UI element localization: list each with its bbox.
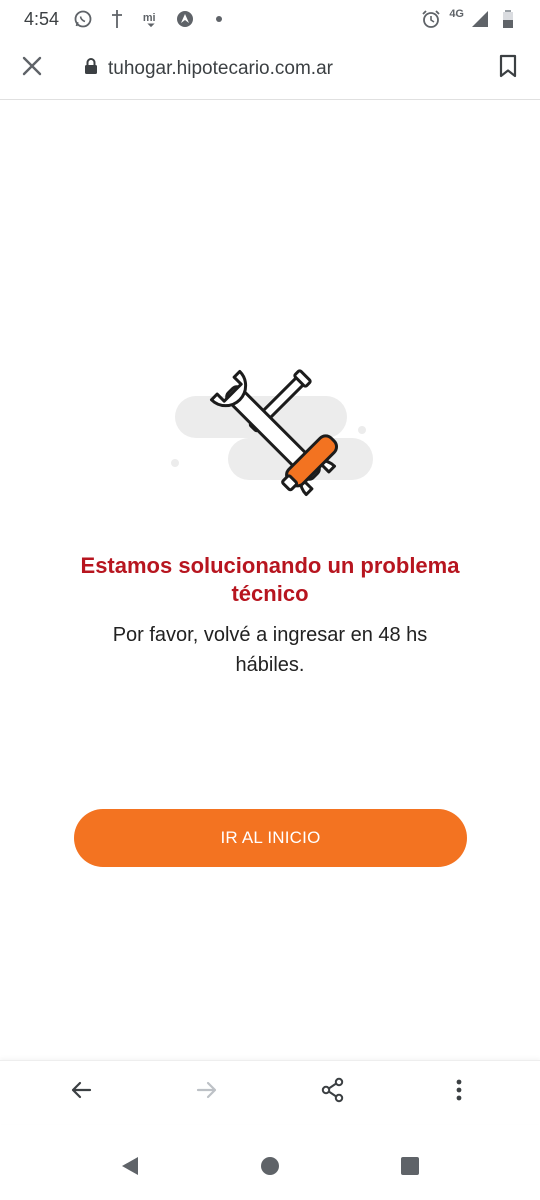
status-time: 4:54 (24, 8, 60, 29)
forward-arrow-icon (195, 1078, 219, 1107)
custom-tab-toolbar: tuhogar.hipotecario.com.ar (0, 38, 540, 100)
tools-icon (168, 368, 378, 498)
cross-icon (107, 9, 127, 29)
bottom-toolbar (0, 1060, 540, 1124)
share-icon (320, 1077, 346, 1108)
bookmark-button[interactable] (476, 38, 540, 100)
close-button[interactable] (0, 38, 64, 100)
share-button[interactable] (309, 1069, 357, 1117)
whatsapp-icon (73, 9, 93, 29)
error-title: Estamos solucionando un problema técnico (80, 553, 460, 606)
bookmark-icon (499, 54, 517, 83)
system-nav-bar (0, 1136, 540, 1200)
go-home-button[interactable]: IR AL INICIO (74, 809, 467, 867)
more-icon (455, 1078, 463, 1107)
nav-recents-button[interactable] (394, 1152, 426, 1184)
more-button[interactable] (435, 1069, 483, 1117)
compass-icon (175, 9, 195, 29)
svg-text:mi: mi (143, 12, 156, 24)
close-icon (22, 56, 42, 81)
signal-icon (470, 9, 490, 29)
main-content: Estamos solucionando un problema técnico… (0, 100, 540, 1060)
error-message: Por favor, volvé a ingresar en 48 hs háb… (112, 624, 428, 676)
nav-back-button[interactable] (114, 1152, 146, 1184)
network-label: 4G (449, 8, 464, 20)
lock-icon (84, 57, 98, 80)
status-right: 4G (421, 8, 518, 29)
back-button[interactable] (57, 1069, 105, 1117)
url-text: tuhogar.hipotecario.com.ar (108, 57, 333, 79)
status-bar: 4:54 mi 4G (0, 0, 540, 38)
back-arrow-icon (69, 1078, 93, 1107)
battery-icon (498, 9, 518, 29)
dot-icon (209, 9, 229, 29)
nav-recents-icon (400, 1156, 420, 1181)
forward-button[interactable] (183, 1069, 231, 1117)
alarm-icon (421, 9, 441, 29)
mi-icon: mi (141, 9, 161, 29)
nav-home-icon (260, 1156, 280, 1181)
url-bar[interactable]: tuhogar.hipotecario.com.ar (64, 57, 476, 80)
status-left: 4:54 mi (24, 9, 229, 30)
nav-back-icon (120, 1155, 140, 1182)
nav-home-button[interactable] (254, 1152, 286, 1184)
